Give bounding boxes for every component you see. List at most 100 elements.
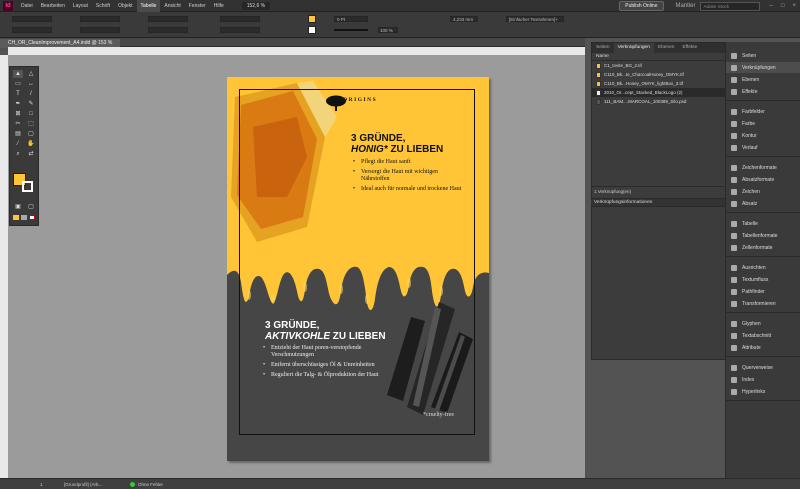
panel-textumfluss[interactable]: Textumfluss xyxy=(726,274,800,285)
panel-absatzformate[interactable]: Absatzformate xyxy=(726,174,800,185)
normal-view-icon[interactable]: ▣ xyxy=(13,203,23,211)
master-page[interactable]: [Grundprofil] (Arb... xyxy=(64,482,102,487)
tab-verknuepfungen[interactable]: Verknüpfungen xyxy=(613,43,654,53)
hand-tool-icon[interactable]: ✋ xyxy=(26,140,36,148)
x-field[interactable] xyxy=(12,16,52,22)
object-style-select[interactable]: [Einfacher Textrahmen]+ xyxy=(506,16,564,22)
stroke-type[interactable] xyxy=(334,29,368,31)
zoom-tool-icon[interactable]: ⌕ xyxy=(13,150,23,158)
panel-zeichenformate[interactable]: Zeichenformate xyxy=(726,162,800,173)
selection-tool-icon[interactable]: ▲ xyxy=(13,70,23,78)
panel-attribute[interactable]: Attribute xyxy=(726,342,800,353)
tab-effekte[interactable]: Effekte xyxy=(678,43,701,53)
menu-item-ansicht[interactable]: Ansicht xyxy=(160,0,184,12)
panel-glyphen[interactable]: Glyphen xyxy=(726,318,800,329)
rectangle-tool-icon[interactable]: □ xyxy=(26,110,36,118)
user-name[interactable]: Mantler xyxy=(672,3,700,9)
apply-gradient-icon[interactable] xyxy=(21,215,27,220)
scale-x-field[interactable] xyxy=(148,16,188,22)
stroke-weight-field[interactable]: 0 Pt xyxy=(334,16,368,22)
pen-tool-icon[interactable]: ✒ xyxy=(13,100,23,108)
shear-field[interactable] xyxy=(220,27,260,33)
panel-tabellenformate[interactable]: Tabellenformate xyxy=(726,230,800,241)
panel-farbe[interactable]: Farbe xyxy=(726,118,800,129)
width-field[interactable]: 4,233 mm xyxy=(450,16,478,22)
apply-none-icon[interactable] xyxy=(29,215,35,220)
frame-tool-icon[interactable]: ⊠ xyxy=(13,110,23,118)
preflight-status[interactable]: Ohne Fehler xyxy=(138,482,163,487)
page-tool-icon[interactable]: ▭ xyxy=(13,80,23,88)
note-tool-icon[interactable]: ▢ xyxy=(26,130,36,138)
eyedropper-tool-icon[interactable]: ⁄ xyxy=(13,140,23,148)
top-right-area: Publish Online Mantler Adobe Stock – □ × xyxy=(619,0,800,12)
scissors-tool-icon[interactable]: ✂ xyxy=(13,120,23,128)
opacity-field[interactable]: 100 % xyxy=(378,27,398,33)
menu-item-hilfe[interactable]: Hilfe xyxy=(210,0,228,12)
document-page[interactable]: ORIGINS 3 GRÜNDE, HONIG* ZU LIEBEN Pfleg… xyxy=(227,77,489,461)
menu-item-tabelle[interactable]: Tabelle xyxy=(136,0,161,12)
tab-seiten[interactable]: Seiten xyxy=(592,43,614,53)
panel-hyperlinks[interactable]: Hyperlinks xyxy=(726,386,800,397)
maximize-icon[interactable]: □ xyxy=(777,3,789,9)
menu-item-datei[interactable]: Datei xyxy=(17,0,37,12)
panel-seiten[interactable]: Seiten xyxy=(726,50,800,61)
h-field[interactable] xyxy=(80,27,120,33)
link-row-selected[interactable]: 2010_Or...cept_Stacked_BlackLogo (2) xyxy=(592,88,728,97)
line-tool-icon[interactable]: / xyxy=(26,90,36,98)
menu-item-fenster[interactable]: Fenster xyxy=(185,0,210,12)
minimize-icon[interactable]: – xyxy=(766,3,777,9)
panel-absatz[interactable]: Absatz xyxy=(726,198,800,209)
panel-tabelle[interactable]: Tabelle xyxy=(726,218,800,229)
swap-icon[interactable]: ⇄ xyxy=(26,150,36,158)
panel-ebenen[interactable]: Ebenen xyxy=(726,74,800,85)
rotate-field[interactable] xyxy=(220,16,260,22)
stock-search-input[interactable]: Adobe Stock xyxy=(699,1,760,11)
y-field[interactable] xyxy=(12,27,52,33)
zoom-level[interactable]: 152,6 % xyxy=(241,1,271,10)
vertical-ruler[interactable] xyxy=(0,55,8,478)
preview-mode-icon[interactable]: ▢ xyxy=(26,203,36,211)
type-tool-icon[interactable]: T xyxy=(13,90,23,98)
link-row[interactable]: C110_Bk...te_CharcoalHoney_OMYK.tif xyxy=(592,70,728,79)
transform-tool-icon[interactable]: ⬚ xyxy=(26,120,36,128)
panel-farbfelder[interactable]: Farbfelder xyxy=(726,106,800,117)
panel-verlauf[interactable]: Verlauf xyxy=(726,142,800,153)
scale-y-field[interactable] xyxy=(148,27,188,33)
panel-pathfinder[interactable]: Pathfinder xyxy=(726,286,800,297)
link-row[interactable]: 111_BAM....MARCOAL_100389_Silo.psd xyxy=(592,97,728,106)
horizontal-ruler[interactable] xyxy=(8,47,585,55)
stroke-swatch[interactable] xyxy=(308,26,316,34)
links-column-header[interactable]: Name xyxy=(592,53,728,61)
honey-title-rest: ZU LIEBEN xyxy=(387,144,444,155)
apply-color-icon[interactable] xyxy=(13,215,19,220)
menu-item-bearbeiten[interactable]: Bearbeiten xyxy=(37,0,69,12)
stroke-color-icon[interactable] xyxy=(22,181,33,192)
menu-item-objekt[interactable]: Objekt xyxy=(114,0,136,12)
tab-ebenen[interactable]: Ebenen xyxy=(654,43,679,53)
page-number[interactable]: 1 xyxy=(40,482,43,487)
publish-online-button[interactable]: Publish Online xyxy=(619,1,664,11)
gradient-tool-icon[interactable]: ▤ xyxy=(13,130,23,138)
control-bar: 0 Pt 100 % 4,233 mm [Einfacher Textrahme… xyxy=(0,12,800,38)
direct-selection-icon[interactable]: △ xyxy=(26,70,36,78)
panel-ausrichten[interactable]: Ausrichten xyxy=(726,262,800,273)
pencil-tool-icon[interactable]: ✎ xyxy=(26,100,36,108)
panel-querverweise[interactable]: Querverweise xyxy=(726,362,800,373)
panel-index[interactable]: Index xyxy=(726,374,800,385)
link-info-header[interactable]: Verknüpfungsinformationen xyxy=(591,198,727,207)
panel-transformieren[interactable]: Transformieren xyxy=(726,298,800,309)
link-row[interactable]: C110_Bk...Honey_OMYK_lightBox_3.tif xyxy=(592,79,728,88)
panel-verkn-pfungen[interactable]: Verknüpfungen xyxy=(726,62,800,73)
panel-kontur[interactable]: Kontur xyxy=(726,130,800,141)
close-icon[interactable]: × xyxy=(788,3,800,9)
w-field[interactable] xyxy=(80,16,120,22)
panel-textabschnitt[interactable]: Textabschnitt xyxy=(726,330,800,341)
gap-tool-icon[interactable]: ↔ xyxy=(26,80,36,88)
panel-zeichen[interactable]: Zeichen xyxy=(726,186,800,197)
panel-effekte[interactable]: Effekte xyxy=(726,86,800,97)
menu-item-layout[interactable]: Layout xyxy=(69,0,92,12)
fill-swatch[interactable] xyxy=(308,15,316,23)
panel-zellenformate[interactable]: Zellenformate xyxy=(726,242,800,253)
menu-item-schrift[interactable]: Schrift xyxy=(92,0,114,12)
link-row[interactable]: C1_Invite_BG_2.tif xyxy=(592,61,728,70)
